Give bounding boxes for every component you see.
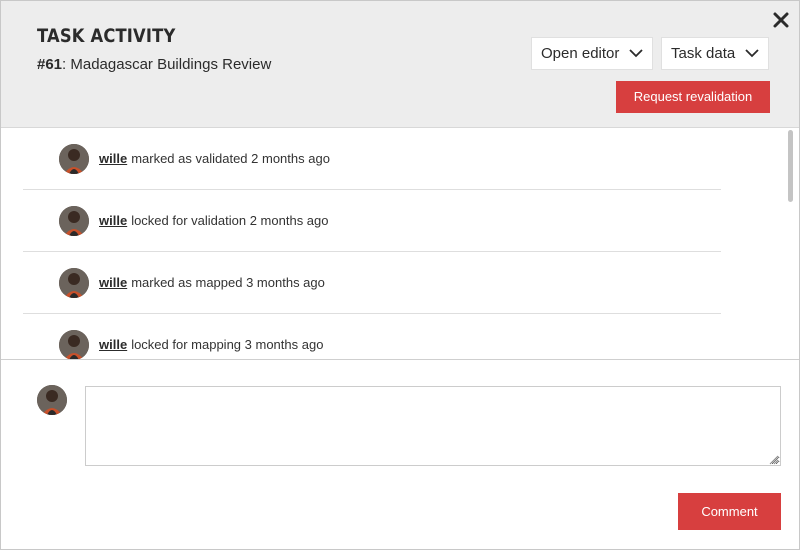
page-title: TASK ACTIVITY xyxy=(37,25,176,47)
list-item: wille marked as validated 2 months ago xyxy=(23,128,721,190)
task-name: : Madagascar Buildings Review xyxy=(62,56,272,73)
activity-user-link[interactable]: wille xyxy=(99,337,127,352)
open-editor-dropdown[interactable]: Open editor xyxy=(531,37,653,70)
activity-action: marked as validated xyxy=(131,151,248,166)
chevron-down-icon xyxy=(745,49,759,58)
activity-time: 3 months ago xyxy=(244,337,324,352)
activity-action: marked as mapped xyxy=(131,275,243,290)
user-avatar[interactable] xyxy=(59,144,89,174)
activity-action: locked for validation xyxy=(131,213,247,228)
user-avatar[interactable] xyxy=(59,330,89,359)
activity-action: locked for mapping xyxy=(131,337,242,352)
activity-text: wille locked for validation 2 months ago xyxy=(99,213,329,228)
list-item: wille marked as mapped 3 months ago xyxy=(23,252,721,314)
activity-time: 3 months ago xyxy=(246,275,325,290)
activity-list: wille marked as validated 2 months ago wi… xyxy=(1,128,799,360)
activity-time: 2 months ago xyxy=(251,151,330,166)
activity-text: wille marked as mapped 3 months ago xyxy=(99,275,325,290)
activity-time: 2 months ago xyxy=(249,213,329,228)
activity-user-link[interactable]: wille xyxy=(99,275,127,290)
list-item: wille locked for validation 2 months ago xyxy=(23,190,721,252)
task-data-dropdown[interactable]: Task data xyxy=(661,37,769,70)
modal-header: TASK ACTIVITY #61: Madagascar Buildings … xyxy=(1,1,799,128)
resize-grip-icon[interactable] xyxy=(767,452,779,465)
task-data-label: Task data xyxy=(671,45,736,62)
open-editor-label: Open editor xyxy=(541,45,620,62)
user-avatar[interactable] xyxy=(59,268,89,298)
task-activity-modal: TASK ACTIVITY #61: Madagascar Buildings … xyxy=(0,0,800,550)
activity-text: wille marked as validated 2 months ago xyxy=(99,151,330,166)
task-subtitle: #61: Madagascar Buildings Review xyxy=(37,56,271,73)
user-avatar[interactable] xyxy=(59,206,89,236)
activity-user-link[interactable]: wille xyxy=(99,213,127,228)
list-item: wille locked for mapping 3 months ago xyxy=(23,314,721,359)
current-user-avatar xyxy=(37,385,67,415)
close-icon[interactable] xyxy=(771,10,791,30)
activity-user-link[interactable]: wille xyxy=(99,151,127,166)
activity-text: wille locked for mapping 3 months ago xyxy=(99,337,323,352)
comment-submit-button[interactable]: Comment xyxy=(678,493,781,530)
activity-scrollbar[interactable] xyxy=(788,130,793,202)
request-revalidation-button[interactable]: Request revalidation xyxy=(616,81,770,113)
task-number: #61 xyxy=(37,56,63,73)
comment-textarea[interactable] xyxy=(85,386,781,466)
chevron-down-icon xyxy=(629,49,643,58)
